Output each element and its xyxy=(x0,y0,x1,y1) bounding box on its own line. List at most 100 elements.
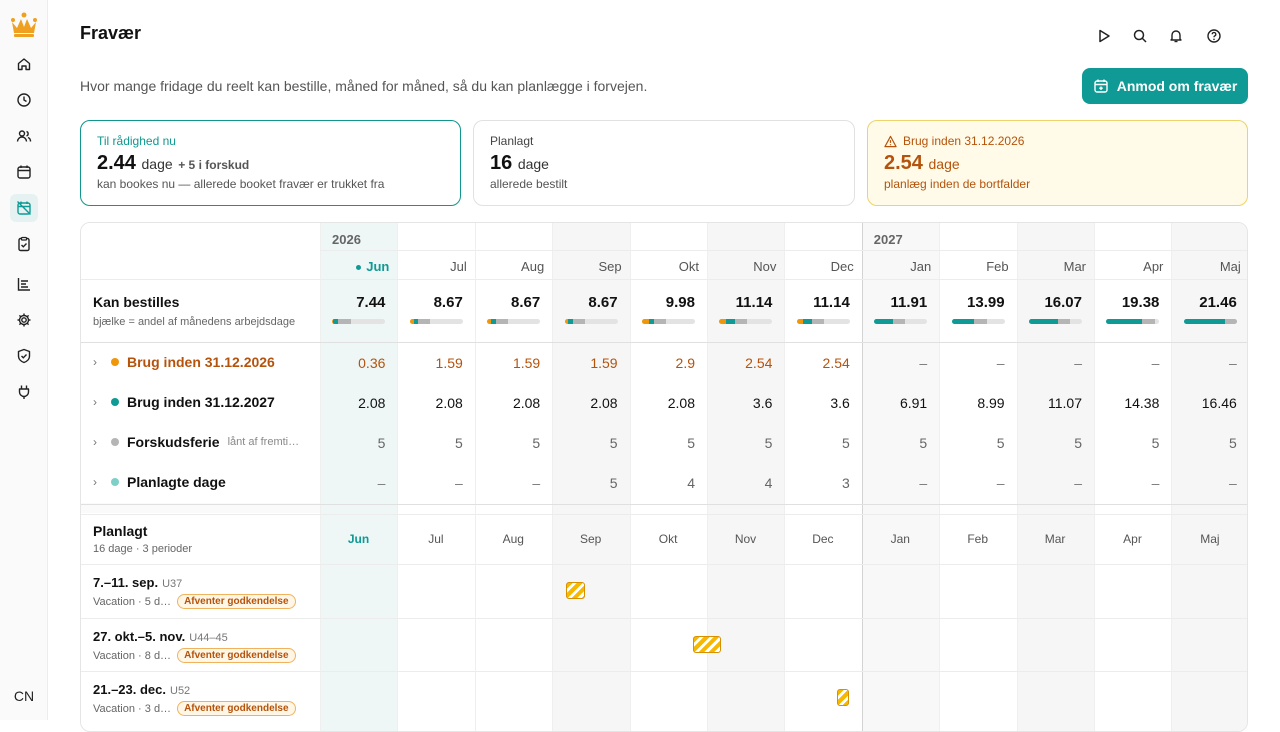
column-divider xyxy=(1016,223,1018,731)
column-divider xyxy=(397,223,399,731)
category-value: 3 xyxy=(842,475,850,491)
category-value: 5 xyxy=(377,435,386,451)
column-divider xyxy=(1094,223,1095,731)
avatar[interactable]: CN xyxy=(6,680,42,712)
report-icon xyxy=(17,278,30,291)
bar-segment-teal xyxy=(1183,319,1225,324)
bookable-value: 16.07 xyxy=(1044,294,1082,311)
sidebar-item-report[interactable] xyxy=(10,270,38,298)
bookable-value: 11.91 xyxy=(890,294,928,311)
play-icon[interactable] xyxy=(1094,26,1114,46)
help-icon[interactable] xyxy=(1204,26,1224,46)
request-absence-button[interactable]: Anmod om fravær xyxy=(1082,68,1248,104)
category-value: 16.46 xyxy=(1201,395,1237,411)
bookable-value: 8.67 xyxy=(510,294,541,311)
warning-icon xyxy=(884,135,897,147)
category-value: 4 xyxy=(687,475,695,491)
legend-dot xyxy=(111,438,119,446)
category-value: 2.54 xyxy=(745,355,773,371)
row-divider xyxy=(81,564,1247,565)
period-block[interactable] xyxy=(837,689,850,706)
period-dates: 7.–11. sep. xyxy=(93,575,159,590)
bell-icon[interactable] xyxy=(1166,26,1186,46)
period-week: U52 xyxy=(170,685,191,697)
period-title[interactable]: 21.–23. dec. U52 xyxy=(93,682,190,697)
chevron-right-icon[interactable]: › xyxy=(93,435,103,449)
sidebar-item-calendar-off[interactable] xyxy=(10,194,38,222)
category-value: 2.08 xyxy=(358,395,386,411)
category-value: – xyxy=(919,355,928,371)
bookable-bar xyxy=(1029,319,1082,324)
chevron-right-icon[interactable]: › xyxy=(93,355,103,369)
category-value: 5 xyxy=(532,435,541,451)
sidebar-item-people[interactable] xyxy=(10,122,38,150)
category-row-2[interactable]: › Forskudsferie lånt af fremti… xyxy=(93,434,299,450)
planned-month-header: Aug xyxy=(502,532,524,546)
category-row-1[interactable]: › Brug inden 31.12.2027 xyxy=(93,394,275,410)
bookable-bar xyxy=(719,319,773,324)
period-title[interactable]: 7.–11. sep. U37 xyxy=(93,575,182,590)
sidebar: CN xyxy=(0,0,48,720)
month-header-feb: Feb xyxy=(986,259,1009,274)
bar-segment-gray xyxy=(1142,319,1155,324)
bar-segment-teal xyxy=(1029,319,1059,324)
month-header-nov: Nov xyxy=(753,259,777,274)
chevron-right-icon[interactable]: › xyxy=(93,395,103,409)
bar-segment-gray xyxy=(573,319,586,324)
column-divider xyxy=(1171,223,1173,731)
sidebar-item-calendar[interactable] xyxy=(10,158,38,186)
available-desc: kan bookes nu — allerede booket fravær e… xyxy=(97,177,385,191)
period-title[interactable]: 27. okt.–5. nov. U44–45 xyxy=(93,629,228,644)
category-row-0[interactable]: › Brug inden 31.12.2026 xyxy=(93,354,275,370)
sidebar-item-gear[interactable] xyxy=(10,306,38,334)
category-value: 2.54 xyxy=(822,355,850,371)
chevron-right-icon[interactable]: › xyxy=(93,475,103,489)
category-value: 1.59 xyxy=(435,355,463,371)
category-value: 1.59 xyxy=(512,355,541,371)
crown-logo-icon[interactable] xyxy=(8,10,40,40)
month-header-sep: Sep xyxy=(598,259,622,274)
month-header-jan: Jan xyxy=(910,259,932,274)
status-badge: Afventer godkendelse xyxy=(177,648,296,663)
header-divider xyxy=(81,279,1247,280)
planned-month-header: Jul xyxy=(428,532,444,546)
bar-segment-gray xyxy=(1058,319,1071,324)
category-value: 3.6 xyxy=(752,395,773,411)
month-header-apr: Apr xyxy=(1143,259,1164,274)
planned-month-header: Sep xyxy=(580,532,602,546)
category-value: – xyxy=(532,475,541,491)
category-value: 5 xyxy=(1151,435,1160,451)
sidebar-item-clock[interactable] xyxy=(10,86,38,114)
category-label: Brug inden 31.12.2026 xyxy=(127,354,275,370)
bar-segment-gray xyxy=(418,319,431,324)
bookable-bar xyxy=(564,319,618,324)
year-label: 2026 xyxy=(332,232,361,247)
category-value: – xyxy=(1074,475,1082,491)
bar-segment-gray xyxy=(338,319,351,324)
header-left xyxy=(81,223,320,279)
category-value: 6.91 xyxy=(899,395,928,411)
sidebar-item-clipboard-check[interactable] xyxy=(10,230,38,258)
bookable-bar xyxy=(874,319,928,324)
period-block[interactable] xyxy=(693,636,721,653)
year-label: 2027 xyxy=(873,232,903,247)
bookable-value: 19.38 xyxy=(1121,294,1160,311)
bookable-value: 13.99 xyxy=(967,294,1005,311)
planned-month-header: Jan xyxy=(890,532,910,546)
category-value: 0.36 xyxy=(358,355,386,371)
calendar-icon xyxy=(17,165,31,179)
search-icon[interactable] xyxy=(1130,26,1150,46)
bar-segment-gray xyxy=(812,319,825,324)
sidebar-item-shield-check[interactable] xyxy=(10,342,38,370)
month-header-jun: Jun xyxy=(319,259,389,274)
bar-segment-gray xyxy=(653,319,666,324)
sidebar-item-home[interactable] xyxy=(10,50,38,78)
sidebar-item-plug[interactable] xyxy=(10,378,38,406)
category-row-3[interactable]: › Planlagte dage xyxy=(93,474,226,490)
plug-icon xyxy=(18,385,30,399)
category-value: 3.6 xyxy=(830,395,850,411)
bookable-label: Kan bestilles xyxy=(93,294,180,310)
period-dates: 27. okt.–5. nov. xyxy=(93,629,186,644)
category-value: – xyxy=(996,355,1005,371)
period-block[interactable] xyxy=(566,582,586,599)
